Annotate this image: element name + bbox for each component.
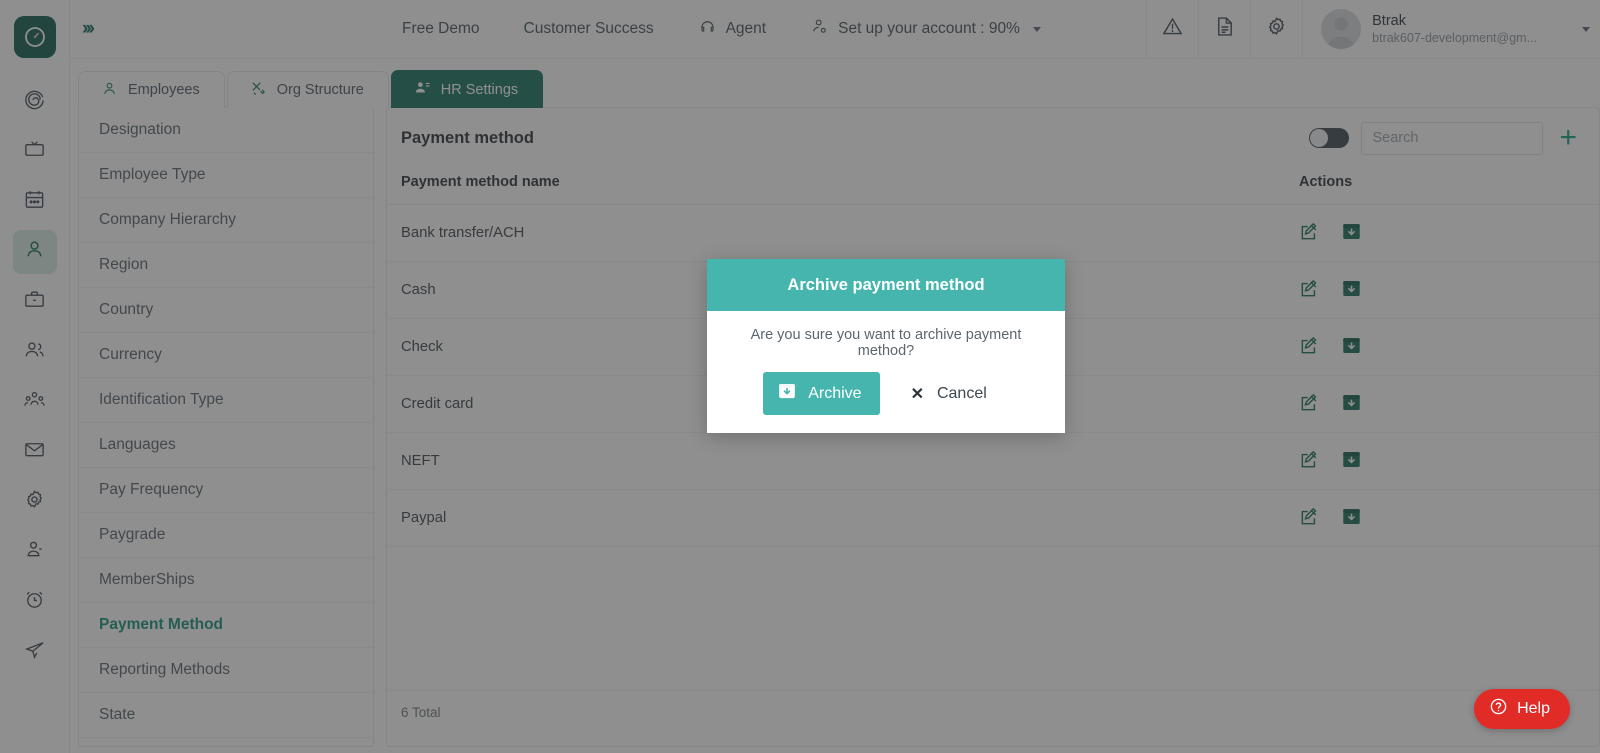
modal-title: Archive payment method [707,259,1065,311]
help-button[interactable]: Help [1474,689,1570,729]
question-circle-icon [1489,697,1508,721]
archive-box-icon [777,381,797,406]
archive-confirm-modal: Archive payment method Are you sure you … [707,259,1065,433]
modal-actions: Archive ✕ Cancel [721,372,1051,433]
modal-cancel-button[interactable]: ✕ Cancel [888,372,1009,415]
modal-cancel-label: Cancel [936,384,987,402]
modal-archive-button[interactable]: Archive [763,372,880,415]
modal-body: Are you sure you want to archive payment… [707,311,1065,433]
app-root: ››› Free Demo Customer Success Agent [0,0,1600,753]
close-icon: ✕ [910,385,924,403]
modal-message: Are you sure you want to archive payment… [750,327,1022,359]
modal-archive-label: Archive [808,384,862,402]
help-label: Help [1517,700,1550,717]
